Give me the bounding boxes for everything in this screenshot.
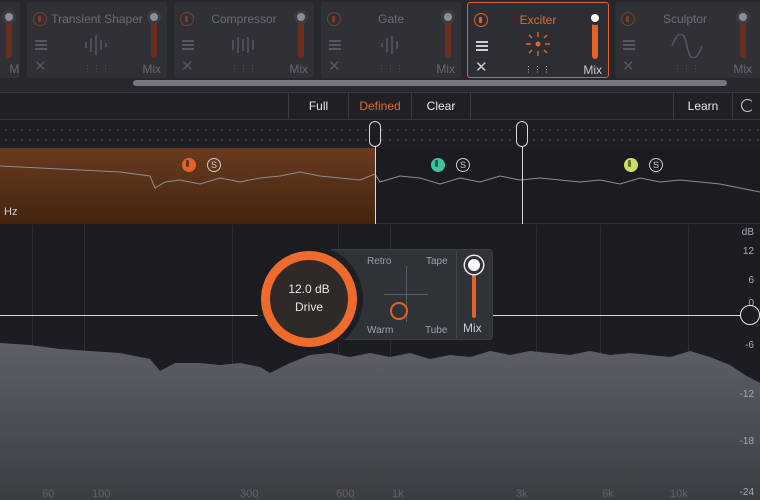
full-button[interactable]: Full bbox=[288, 93, 348, 119]
grid-icon[interactable]: ⋮⋮⋮ bbox=[231, 64, 258, 73]
module-title: Sculptor bbox=[662, 12, 708, 26]
module-title: Compressor bbox=[211, 12, 277, 26]
exciter-mix-knob[interactable] bbox=[465, 256, 483, 274]
mode-tube-label: Tube bbox=[425, 325, 448, 336]
module-exciter[interactable]: Exciter ✕ ⋮⋮⋮ Mix bbox=[467, 2, 609, 78]
mix-label: Mix bbox=[142, 62, 161, 76]
db-scale-label: 12 bbox=[742, 246, 754, 257]
transient-icon bbox=[85, 35, 107, 55]
mix-label: Mix bbox=[289, 62, 308, 76]
clear-button[interactable]: Clear bbox=[411, 93, 471, 119]
mix-label: Mix bbox=[583, 63, 602, 77]
band-2-power-icon[interactable] bbox=[431, 158, 445, 172]
module-gate[interactable]: Gate ✕ ⋮⋮⋮ Mix bbox=[321, 2, 461, 78]
mode-puck[interactable] bbox=[390, 302, 408, 320]
freq-label: 6k bbox=[602, 488, 614, 500]
mix-label: Mix bbox=[733, 62, 752, 76]
mix-fader-knob[interactable] bbox=[588, 11, 602, 25]
defined-button[interactable]: Defined bbox=[348, 93, 411, 119]
module-transient-shaper[interactable]: Transient Shaper ✕ ⋮⋮⋮ Mix bbox=[27, 2, 167, 78]
db-scale-label: -12 bbox=[739, 389, 754, 400]
grid-icon[interactable]: ⋮⋮⋮ bbox=[525, 65, 552, 74]
module-partial[interactable]: Mix bbox=[0, 2, 20, 78]
module-strip: Mix Transient Shaper ✕ ⋮⋮⋮ Mix Compresso… bbox=[0, 0, 760, 92]
mix-fader[interactable] bbox=[2, 10, 16, 58]
sculptor-wave-icon bbox=[671, 34, 703, 58]
drive-knob[interactable]: 12.0 dB Drive bbox=[261, 251, 357, 347]
mode-tape-label: Tape bbox=[426, 256, 448, 267]
db-scale-label: 6 bbox=[748, 275, 754, 286]
band-view: S S S Hz bbox=[0, 148, 760, 224]
mix-fader-knob[interactable] bbox=[2, 10, 16, 24]
db-scale-label: -18 bbox=[739, 436, 754, 447]
freq-label: 60 bbox=[42, 488, 55, 500]
module-title: Gate bbox=[377, 12, 404, 26]
mix-fader-knob[interactable] bbox=[147, 10, 161, 24]
list-icon[interactable] bbox=[35, 40, 47, 50]
learn-button[interactable]: Learn bbox=[673, 93, 732, 119]
grid-icon[interactable]: ⋮⋮⋮ bbox=[84, 64, 111, 73]
list-icon[interactable] bbox=[329, 40, 341, 50]
module-title: Exciter bbox=[519, 13, 557, 27]
reset-icon[interactable] bbox=[732, 93, 760, 119]
drive-value: 12.0 dB bbox=[288, 282, 330, 296]
band-3-solo-icon[interactable]: S bbox=[649, 158, 663, 172]
list-icon[interactable] bbox=[623, 40, 635, 50]
exciter-mix-fader[interactable] bbox=[472, 268, 476, 318]
freq-label: 600 bbox=[336, 488, 355, 500]
mix-label: Mix bbox=[9, 62, 20, 76]
close-icon[interactable]: ✕ bbox=[622, 59, 635, 74]
band-1-solo-icon[interactable]: S bbox=[207, 158, 221, 172]
module-sculptor[interactable]: Sculptor ✕ ⋮⋮⋮ Mix bbox=[615, 2, 760, 78]
mix-fader[interactable] bbox=[147, 10, 161, 58]
freq-label: 300 bbox=[240, 488, 259, 500]
mix-label: Mix bbox=[436, 62, 455, 76]
db-scale-label: -24 bbox=[739, 487, 754, 498]
module-scrollbar[interactable] bbox=[133, 80, 727, 86]
grid-icon[interactable]: ⋮⋮⋮ bbox=[378, 64, 405, 73]
band-handle-1[interactable] bbox=[369, 121, 381, 147]
close-icon[interactable]: ✕ bbox=[181, 59, 194, 74]
band-2-solo-icon[interactable]: S bbox=[456, 158, 470, 172]
mix-fader[interactable] bbox=[736, 10, 750, 58]
module-title: Transient Shaper bbox=[51, 12, 143, 26]
band-3-power-icon[interactable] bbox=[624, 158, 638, 172]
band-handle-2[interactable] bbox=[516, 121, 528, 147]
band-toolbar: Full Defined Clear Learn bbox=[0, 92, 760, 120]
mix-fader[interactable] bbox=[441, 10, 455, 58]
compressor-icon bbox=[232, 37, 254, 53]
exciter-mix-label: Mix bbox=[463, 321, 482, 335]
close-icon[interactable]: ✕ bbox=[475, 60, 488, 75]
band-1-power-icon[interactable] bbox=[182, 158, 196, 172]
freq-label: 100 bbox=[92, 488, 111, 500]
divider bbox=[456, 251, 457, 338]
output-gain-knob[interactable] bbox=[740, 305, 760, 325]
close-icon[interactable]: ✕ bbox=[34, 59, 47, 74]
db-unit-label: dB bbox=[741, 227, 754, 238]
list-icon[interactable] bbox=[476, 41, 488, 51]
mix-fader[interactable] bbox=[294, 10, 308, 58]
freq-label: 10k bbox=[670, 488, 688, 500]
db-scale-label: -6 bbox=[745, 340, 754, 351]
module-compressor[interactable]: Compressor ✕ ⋮⋮⋮ Mix bbox=[174, 2, 314, 78]
grid-icon[interactable]: ⋮⋮⋮ bbox=[674, 64, 701, 73]
hz-label: Hz bbox=[4, 206, 18, 218]
mix-fader[interactable] bbox=[588, 11, 602, 59]
mix-fader-knob[interactable] bbox=[441, 10, 455, 24]
band-spectrum-line bbox=[0, 165, 760, 193]
freq-label: 3k bbox=[516, 488, 528, 500]
mix-fader-knob[interactable] bbox=[294, 10, 308, 24]
drive-label: Drive bbox=[294, 300, 323, 314]
close-icon[interactable]: ✕ bbox=[328, 59, 341, 74]
list-icon[interactable] bbox=[182, 40, 194, 50]
mix-fader-knob[interactable] bbox=[736, 10, 750, 24]
mode-warm-label: Warm bbox=[367, 325, 394, 336]
exciter-spark-icon bbox=[526, 32, 550, 56]
freq-label: 1k bbox=[392, 488, 404, 500]
gate-icon bbox=[381, 36, 398, 54]
